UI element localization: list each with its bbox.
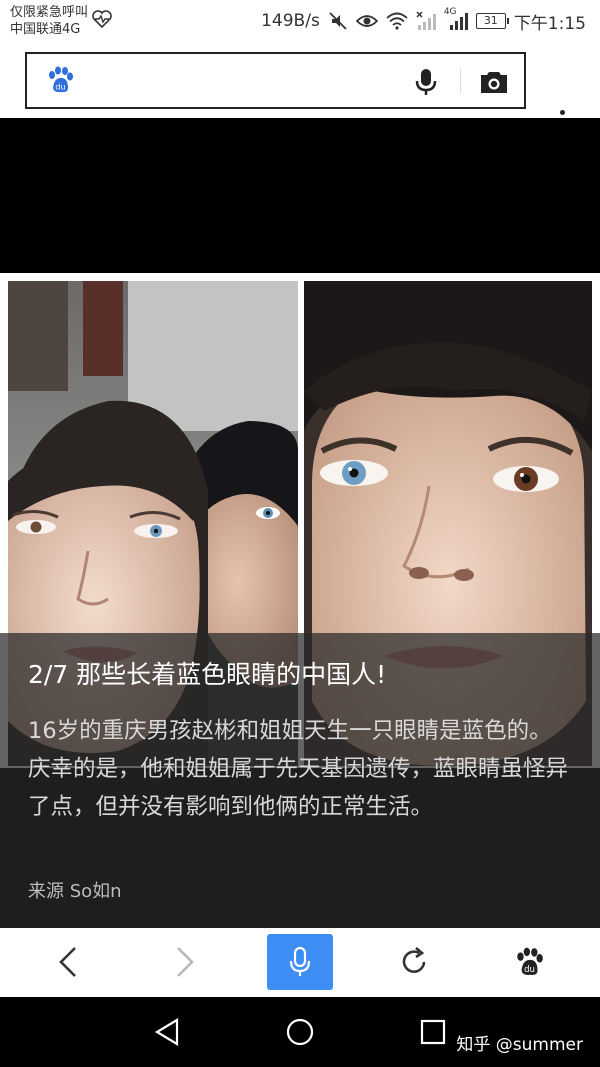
caption-source: 来源 So如n — [28, 881, 122, 902]
microphone-icon[interactable] — [412, 68, 440, 96]
caption-title: 2/7 那些长着蓝色眼睛的中国人! — [28, 660, 387, 689]
signal-icon: 4G — [444, 7, 468, 31]
battery-icon: 31 — [475, 13, 509, 29]
carrier-line1: 仅限紧急呼叫 — [10, 5, 89, 20]
heartbeat-icon — [92, 10, 112, 28]
svg-text:du: du — [55, 83, 65, 92]
voice-search-icon[interactable] — [267, 934, 333, 990]
home-circle-icon[interactable] — [285, 1017, 315, 1047]
clock: 下午1:15 — [513, 13, 586, 34]
eye-icon — [355, 15, 378, 27]
signal-x-icon — [416, 11, 436, 30]
carrier-line2: 中国联通4G — [10, 22, 81, 37]
baidu-home-icon[interactable]: du — [496, 934, 562, 990]
browser-toolbar: du — [0, 44, 600, 144]
status-bar: 仅限紧急呼叫 中国联通4G 149B/s 4G 31 下午1:15 — [0, 0, 600, 44]
recents-square-icon[interactable] — [420, 1019, 446, 1045]
watermark: 知乎 @summer — [456, 1035, 583, 1055]
refresh-icon[interactable] — [381, 934, 447, 990]
battery-level: 31 — [483, 14, 498, 27]
search-box[interactable]: du — [25, 52, 526, 109]
status-icons: 149B/s 4G 31 下午1:15 — [261, 7, 586, 34]
toolbar-divider — [460, 68, 461, 94]
carrier-info: 仅限紧急呼叫 中国联通4G — [10, 4, 88, 38]
signal-label: 4G — [443, 7, 457, 17]
svg-text:du: du — [524, 965, 535, 975]
back-triangle-icon[interactable] — [153, 1017, 181, 1047]
caption-text: 16岁的重庆男孩赵彬和姐姐天生一只眼睛是蓝色的。庆幸的是，他和姐姐属于先天基因遗… — [28, 718, 569, 820]
forward-icon[interactable] — [152, 934, 218, 990]
bottom-nav: du — [0, 928, 600, 997]
baidu-paw-icon[interactable]: du — [45, 66, 75, 94]
back-icon[interactable] — [35, 934, 101, 990]
network-speed: 149B/s — [261, 11, 320, 31]
camera-icon[interactable] — [479, 69, 509, 95]
wifi-icon — [386, 12, 408, 30]
mute-icon — [329, 12, 347, 30]
